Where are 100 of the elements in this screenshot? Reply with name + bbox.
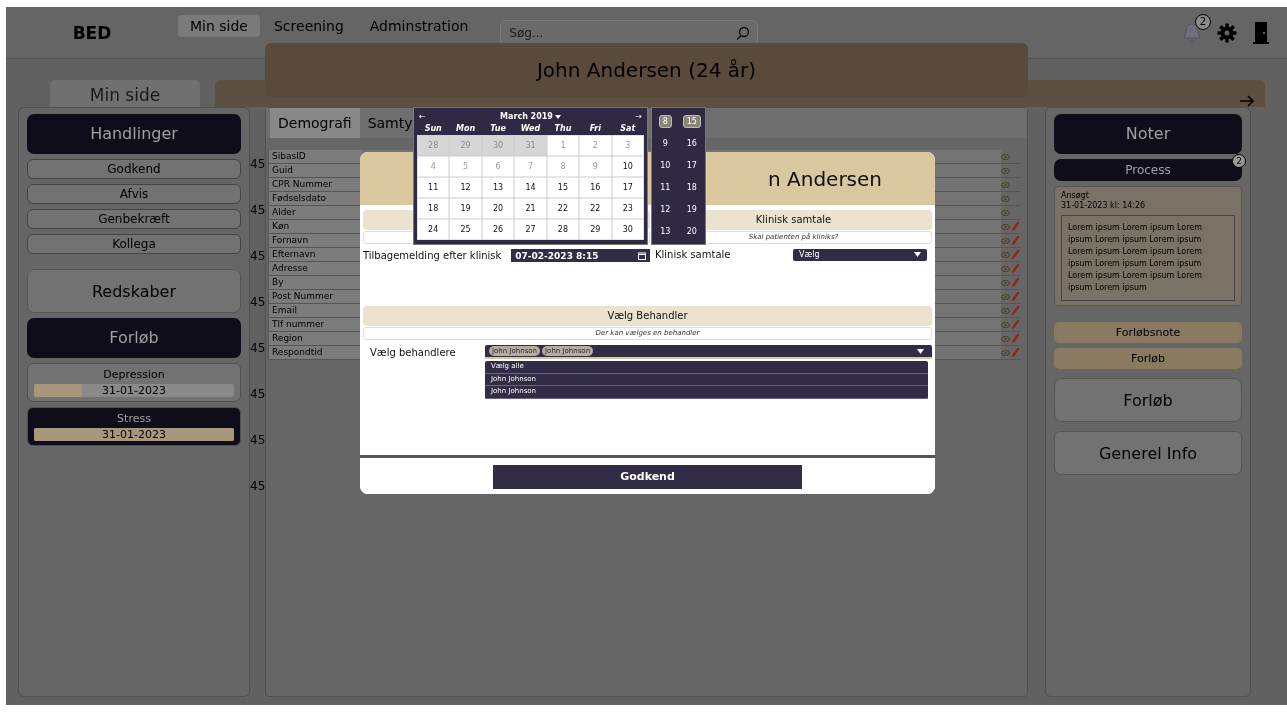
pencil-icon[interactable] bbox=[1011, 319, 1020, 330]
eye-icon[interactable] bbox=[1001, 264, 1010, 273]
approve-button[interactable]: Godkend bbox=[493, 464, 802, 489]
panel-button[interactable]: Generel Info bbox=[1054, 431, 1242, 475]
calendar-day[interactable]: 20 bbox=[481, 198, 515, 219]
eye-icon[interactable] bbox=[1001, 320, 1010, 329]
date-field[interactable]: 07-02-2023 8:15 bbox=[511, 249, 650, 262]
eye-icon[interactable] bbox=[1001, 208, 1010, 217]
patient-tab[interactable]: Demografi bbox=[270, 108, 360, 138]
pencil-icon[interactable] bbox=[1011, 249, 1020, 260]
field-label: CPR Nummer bbox=[268, 178, 362, 191]
calendar-day[interactable]: 25 bbox=[449, 219, 482, 240]
nav-tab[interactable]: Screening bbox=[262, 14, 356, 37]
calendar-day[interactable]: 21 bbox=[514, 198, 547, 219]
row-value: 45 bbox=[250, 157, 265, 171]
calendar-day[interactable]: 28 bbox=[546, 219, 580, 240]
calendar-day[interactable]: 12 bbox=[449, 177, 482, 198]
tools-button[interactable]: Redskaber bbox=[27, 269, 241, 313]
eye-icon[interactable] bbox=[1001, 250, 1010, 259]
action-button[interactable]: Genbekræft bbox=[27, 209, 241, 229]
course-name: Depression bbox=[102, 368, 166, 381]
calendar-day[interactable]: 29 bbox=[579, 219, 612, 240]
field-label: Email bbox=[268, 304, 362, 317]
nav-tab[interactable]: Adminstration bbox=[357, 14, 481, 37]
calendar-day[interactable]: 18 bbox=[417, 198, 450, 219]
calendar-day[interactable]: 24 bbox=[417, 219, 450, 240]
field-label: Tlf nummer bbox=[268, 318, 362, 331]
hour-option[interactable]: 10 bbox=[656, 158, 675, 172]
eye-icon[interactable] bbox=[1001, 306, 1010, 315]
calendar-day[interactable]: 30 bbox=[611, 219, 644, 240]
eye-icon[interactable] bbox=[1001, 292, 1010, 301]
course-card[interactable]: Stress 31-01-2023 bbox=[27, 407, 241, 446]
calendar-day[interactable]: 11 bbox=[417, 177, 450, 198]
calendar-day[interactable]: 19 bbox=[449, 198, 482, 219]
eye-icon[interactable] bbox=[1001, 152, 1010, 161]
eye-icon[interactable] bbox=[1001, 194, 1010, 203]
calendar-day[interactable]: 15 bbox=[546, 177, 580, 198]
search-icon bbox=[736, 25, 751, 40]
row-value: 45 bbox=[250, 203, 265, 217]
action-button[interactable]: Kollega bbox=[27, 234, 241, 254]
eye-icon[interactable] bbox=[1001, 236, 1010, 245]
pencil-icon[interactable] bbox=[1011, 291, 1020, 302]
row-value: 45 bbox=[250, 479, 265, 493]
calendar-day[interactable]: 13 bbox=[481, 177, 515, 198]
next-month-button[interactable]: → bbox=[635, 112, 642, 121]
pencil-icon[interactable] bbox=[1011, 333, 1020, 344]
hour-option[interactable]: 8 bbox=[658, 114, 672, 128]
note-tag[interactable]: Forløb bbox=[1054, 348, 1242, 369]
action-button[interactable]: Afvis bbox=[27, 184, 241, 204]
panel-button[interactable]: Forløb bbox=[1054, 378, 1242, 422]
eye-icon[interactable] bbox=[1001, 334, 1010, 343]
arrow-right-icon[interactable] bbox=[1239, 95, 1255, 107]
hour-option[interactable]: 11 bbox=[656, 180, 675, 194]
note-timestamp: 31-01-2023 kl: 14:26 bbox=[1061, 201, 1147, 210]
hour-option[interactable]: 17 bbox=[682, 158, 701, 172]
field-label: Post Nummer bbox=[268, 290, 362, 303]
bell-icon[interactable] bbox=[1183, 21, 1201, 44]
calendar-day[interactable]: 14 bbox=[514, 177, 547, 198]
eye-icon[interactable] bbox=[1001, 278, 1010, 287]
settings-icon[interactable] bbox=[1217, 22, 1237, 43]
search-field[interactable]: Søg... bbox=[500, 19, 759, 46]
row-value: 45 bbox=[250, 249, 265, 263]
eye-icon[interactable] bbox=[1001, 166, 1010, 175]
calendar-day[interactable]: 17 bbox=[611, 177, 644, 198]
note-tag[interactable]: Forløbsnote bbox=[1054, 322, 1242, 343]
field-label: Region bbox=[268, 332, 362, 345]
pencil-icon[interactable] bbox=[1011, 305, 1020, 316]
pencil-icon[interactable] bbox=[1011, 347, 1020, 358]
select-field[interactable]: Vælg bbox=[793, 248, 927, 261]
eye-icon[interactable] bbox=[1001, 180, 1010, 189]
calendar-day[interactable]: 26 bbox=[481, 219, 515, 240]
pencil-icon[interactable] bbox=[1011, 277, 1020, 288]
nav-tab[interactable]: Min side bbox=[178, 14, 260, 37]
calendar-day[interactable]: 16 bbox=[579, 177, 612, 198]
pencil-icon[interactable] bbox=[1011, 221, 1020, 232]
field-label: Køn bbox=[268, 220, 362, 233]
prev-month-button[interactable]: ← bbox=[419, 112, 426, 121]
eye-icon[interactable] bbox=[1001, 348, 1010, 357]
calendar-day[interactable]: 22 bbox=[579, 198, 612, 219]
door-icon[interactable] bbox=[1253, 20, 1269, 45]
hour-option[interactable]: 16 bbox=[682, 136, 701, 150]
eye-icon[interactable] bbox=[1001, 222, 1010, 231]
hour-option[interactable]: 15 bbox=[682, 114, 701, 128]
calendar-day[interactable]: 10 bbox=[611, 156, 644, 177]
course-card[interactable]: Depression 31-01-2023 bbox=[27, 363, 241, 402]
calendar-day[interactable]: 22 bbox=[546, 198, 580, 219]
calendar-day[interactable]: 23 bbox=[611, 198, 644, 219]
action-button[interactable]: Godkend bbox=[27, 159, 241, 179]
calendar-icon[interactable] bbox=[638, 251, 646, 260]
hour-option[interactable]: 18 bbox=[682, 180, 701, 194]
section-header: Noter bbox=[1054, 114, 1242, 154]
note-status: Ansøgt bbox=[1061, 191, 1090, 200]
calendar-day[interactable]: 27 bbox=[514, 219, 547, 240]
course-date: 31-01-2023 bbox=[101, 428, 167, 441]
hour-option[interactable]: 9 bbox=[658, 136, 672, 150]
page-tab[interactable]: Min side bbox=[50, 80, 200, 107]
field-label: Vælg behandlere bbox=[369, 346, 457, 358]
pencil-icon[interactable] bbox=[1011, 263, 1020, 274]
pencil-icon[interactable] bbox=[1011, 235, 1020, 246]
month-picker[interactable]: March 2019 bbox=[500, 112, 561, 121]
